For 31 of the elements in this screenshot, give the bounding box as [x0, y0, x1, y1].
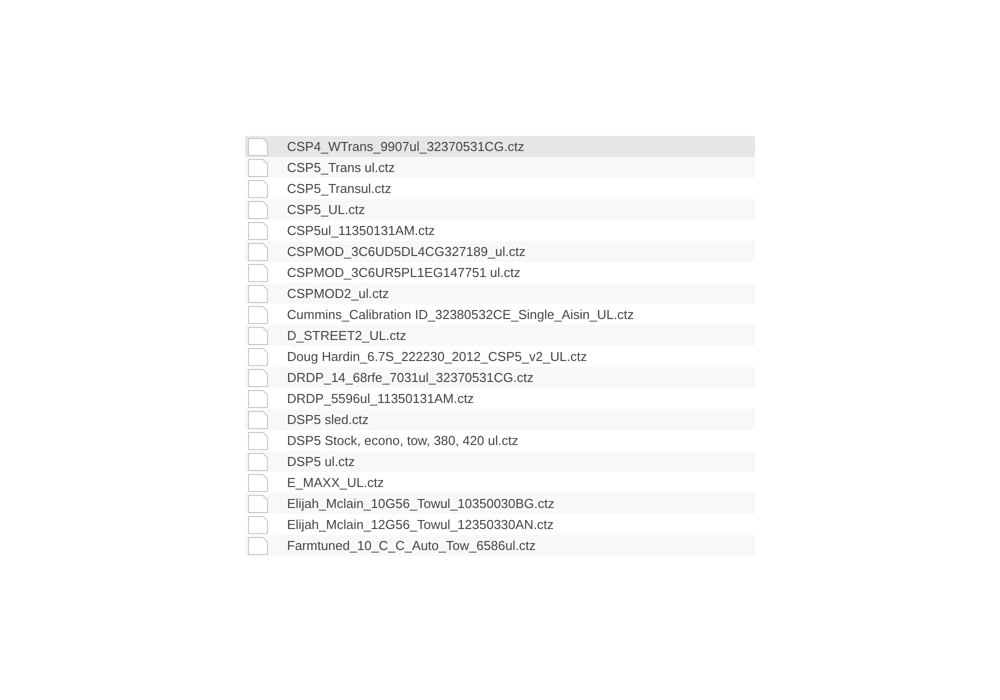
file-name: CSP5ul_11350131AM.ctz — [287, 222, 435, 240]
file-name: Doug Hardin_6.7S_222230_2012_CSP5_v2_UL.ctz — [287, 348, 587, 366]
file-name: D_STREET2_UL.ctz — [287, 326, 406, 345]
file-name: DSP5 ul.ctz — [287, 452, 355, 471]
file-name: CSPMOD_3C6UR5PL1EG147751 ul.ctz — [287, 264, 520, 282]
file-row[interactable]: CSP4_WTrans_9907ul_32370531CG.ctz — [245, 136, 755, 157]
file-name: Farmtuned_10_C_C_Auto_Tow_6586ul.ctz — [287, 536, 536, 555]
file-name: DRDP_5596ul_11350131AM.ctz — [287, 390, 474, 408]
file-row[interactable]: CSP5_UL.ctz — [245, 199, 755, 220]
file-name: Cummins_Calibration ID_32380532CE_Single_Aisin_UL.ctz — [287, 306, 634, 324]
file-name: DRDP_14_68rfe_7031ul_32370531CG.ctz — [287, 368, 534, 387]
file-name: Elijah_Mclain_10G56_Towul_10350030BG.ctz — [287, 494, 554, 513]
file-row[interactable]: DSP5 ul.ctz — [245, 451, 755, 472]
file-name: CSP5_Trans ul.ctz — [287, 158, 395, 177]
file-name: CSP4_WTrans_9907ul_32370531CG.ctz — [287, 138, 524, 156]
file-row[interactable]: DRDP_14_68rfe_7031ul_32370531CG.ctz — [245, 367, 755, 388]
file-name: Elijah_Mclain_12G56_Towul_12350330AN.ctz — [287, 516, 554, 534]
file-name: DSP5 Stock, econo, tow, 380, 420 ul.ctz — [287, 432, 518, 450]
file-row[interactable]: CSPMOD2_ul.ctz — [245, 283, 755, 304]
file-row[interactable]: Farmtuned_10_C_C_Auto_Tow_6586ul.ctz — [245, 535, 755, 556]
file-row[interactable]: DSP5 sled.ctz — [245, 409, 755, 430]
file-row[interactable]: Elijah_Mclain_10G56_Towul_10350030BG.ctz — [245, 493, 755, 514]
file-row[interactable]: D_STREET2_UL.ctz — [245, 325, 755, 346]
file-name: CSPMOD_3C6UD5DL4CG327189_ul.ctz — [287, 242, 526, 261]
file-name: CSP5_UL.ctz — [287, 200, 366, 219]
file-name: CSPMOD2_ul.ctz — [287, 284, 389, 303]
file-name: E_MAXX_UL.ctz — [287, 474, 384, 492]
file-row[interactable]: CSPMOD_3C6UD5DL4CG327189_ul.ctz — [245, 241, 755, 262]
file-name: DSP5 sled.ctz — [287, 410, 369, 429]
file-name: CSP5_Transul.ctz — [287, 180, 392, 198]
file-row[interactable]: CSP5_Trans ul.ctz — [245, 157, 755, 178]
